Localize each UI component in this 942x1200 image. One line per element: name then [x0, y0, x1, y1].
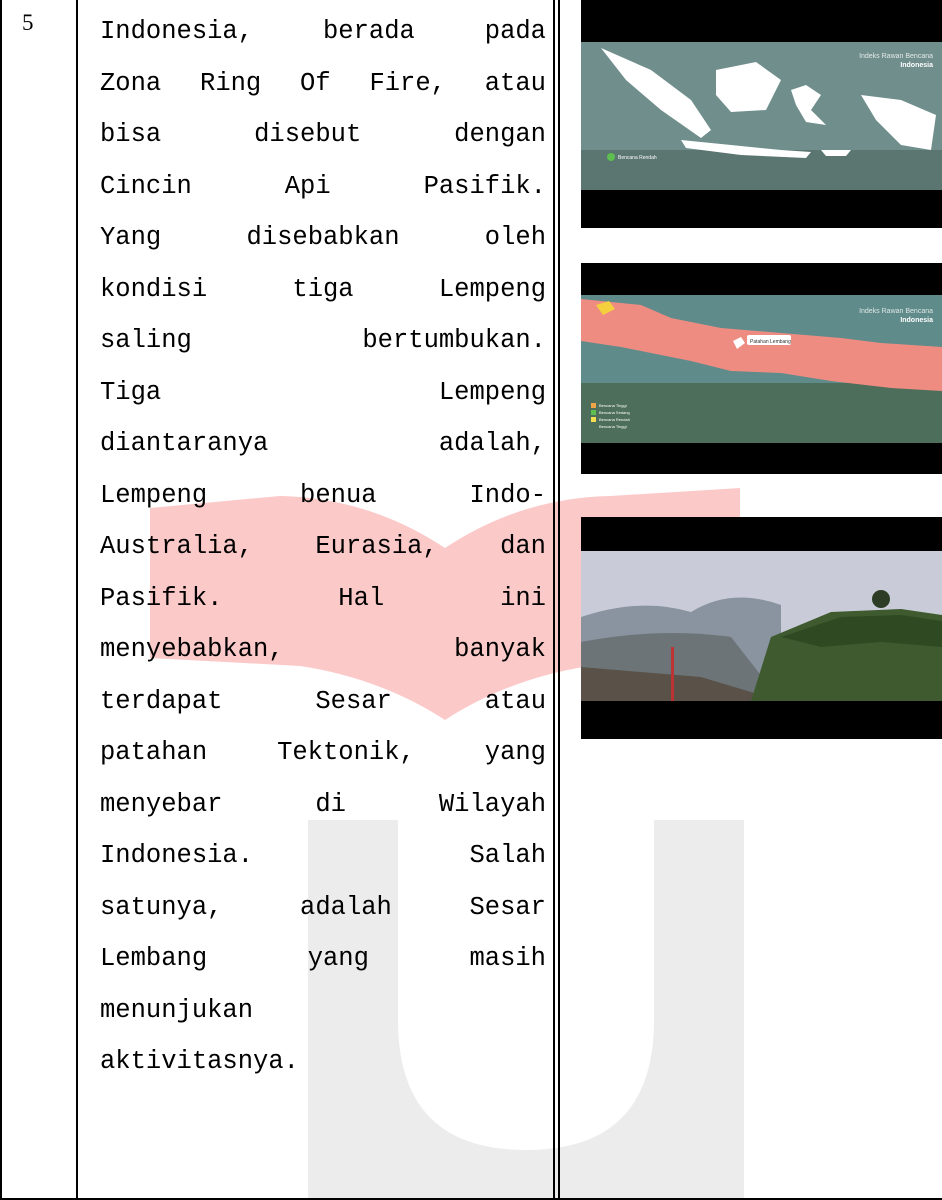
paragraph-line: menyebabkan, banyak: [100, 624, 546, 676]
paragraph-word: pada: [484, 17, 546, 46]
paragraph-line: Lembang yang masih: [100, 933, 546, 985]
paragraph-word: di: [315, 789, 346, 819]
svg-text:Bencana Tinggi: Bencana Tinggi: [599, 424, 627, 429]
paragraph-line: Pasifik. Hal ini: [100, 573, 546, 625]
map-title: Indeks Rawan Bencana: [859, 53, 933, 60]
paragraph-line: menunjukan: [100, 985, 546, 1037]
paragraph-line: Indonesia, berada pada: [100, 6, 546, 58]
paragraph-word: Pasifik.: [100, 583, 223, 613]
paragraph-line: diantaranya adalah,: [100, 418, 546, 470]
paragraph-word: satunya,: [100, 892, 223, 922]
paragraph-word: menyebabkan,: [100, 635, 284, 664]
paragraph-word: banyak: [454, 635, 546, 664]
paragraph-word: Fire,: [369, 68, 446, 98]
paragraph-word: Lempeng: [438, 377, 546, 407]
paragraph-word: masih: [469, 944, 546, 973]
paragraph-word: patahan: [100, 738, 208, 767]
fault-callout: Patahan Lembang: [750, 339, 791, 345]
paragraph-word: diantaranya: [100, 429, 269, 458]
paragraph-word: yang: [307, 944, 369, 973]
table-border-col2: [553, 0, 555, 1200]
paragraph-word: Lembang: [100, 944, 208, 973]
paragraph-line: Australia, Eurasia, dan: [100, 521, 546, 573]
paragraph-line: Indonesia. Salah: [100, 830, 546, 882]
paragraph-word: aktivitasnya.: [100, 1047, 299, 1076]
paragraph-word: dengan: [454, 120, 546, 149]
paragraph-word: atau: [484, 686, 546, 716]
paragraph-line: saling bertumbukan.: [100, 315, 546, 367]
svg-text:Bencana Tinggi: Bencana Tinggi: [599, 403, 627, 408]
table-border-left: [0, 0, 2, 1200]
map-subtitle: Indonesia: [900, 317, 933, 324]
paragraph-word: Indonesia.: [100, 841, 254, 870]
paragraph-word: Lempeng: [100, 480, 208, 510]
paragraph-word: menyebar: [100, 789, 223, 819]
paragraph-word: oleh: [484, 223, 546, 252]
paragraph-word: Api: [284, 171, 331, 201]
paragraph-line: Lempeng benua Indo-: [100, 470, 546, 522]
paragraph-word: disebut: [254, 120, 362, 149]
paragraph-word: yang: [484, 738, 546, 767]
paragraph-word: Of: [300, 68, 331, 98]
paragraph-line: Zona Ring Of Fire, atau: [100, 58, 546, 110]
paragraph-word: adalah: [300, 892, 392, 922]
paragraph-word: Sesar: [315, 686, 392, 716]
paragraph-word: benua: [300, 480, 377, 510]
paragraph-word: ini: [500, 583, 546, 613]
map-subtitle: Indonesia: [900, 62, 933, 69]
video-still-java-map: Patahan Lembang Bencana Tinggi Bencana S…: [581, 263, 942, 474]
paragraph-word: Zona: [100, 68, 162, 98]
video-still-indonesia-map: Bencana Rendah Indeks Rawan Bencana Indo…: [581, 0, 942, 228]
paragraph-word: Tiga: [100, 377, 162, 407]
paragraph-line: Cincin Api Pasifik.: [100, 161, 546, 213]
paragraph-word: Pasifik.: [423, 171, 546, 201]
paragraph-word: Indo-: [469, 480, 546, 510]
paragraph-word: menunjukan: [100, 995, 254, 1025]
paragraph-line: Tiga Lempeng: [100, 367, 546, 419]
table-border-col2-double: [558, 0, 560, 1200]
paragraph-word: kondisi: [100, 274, 208, 304]
paragraph-word: bertumbukan.: [362, 326, 546, 355]
paragraph-word: Cincin: [100, 171, 192, 201]
paragraph-word: Indonesia,: [100, 17, 254, 46]
paragraph-word: berada: [322, 17, 415, 46]
paragraph-word: Lempeng: [438, 274, 546, 304]
paragraph-word: Hal: [338, 583, 385, 613]
paragraph-line: aktivitasnya.: [100, 1036, 546, 1088]
legend-label: Bencana Rendah: [618, 155, 657, 161]
description-paragraph: Indonesia, berada pada Zona Ring Of Fire, atau b…: [100, 0, 546, 1088]
paragraph-word: Eurasia,: [315, 532, 438, 561]
table-border-col1: [76, 0, 78, 1200]
paragraph-word: tiga: [292, 274, 354, 304]
paragraph-word: disebabkan: [246, 223, 400, 252]
paragraph-word: Wilayah: [438, 789, 546, 819]
paragraph-word: Yang: [100, 223, 162, 252]
paragraph-word: adalah,: [438, 429, 546, 458]
paragraph-line: patahan Tektonik, yang: [100, 727, 546, 779]
paragraph-line: terdapat Sesar atau: [100, 676, 546, 728]
map-title: Indeks Rawan Bencana: [859, 308, 933, 315]
paragraph-line: menyebar di Wilayah: [100, 779, 546, 831]
paragraph-word: atau: [484, 68, 546, 98]
paragraph-word: dan: [500, 532, 546, 561]
paragraph-word: saling: [100, 326, 192, 355]
paragraph-word: Salah: [469, 841, 546, 870]
paragraph-word: Sesar: [469, 892, 546, 922]
paragraph-word: terdapat: [100, 686, 223, 716]
paragraph-word: Tektonik,: [277, 738, 415, 767]
row-number: 5: [22, 10, 34, 35]
video-still-landscape: [581, 517, 942, 739]
paragraph-line: bisa disebut dengan: [100, 109, 546, 161]
paragraph-word: Australia,: [100, 532, 254, 561]
paragraph-line: kondisi tiga Lempeng: [100, 264, 546, 316]
paragraph-line: Yang disebabkan oleh: [100, 212, 546, 264]
paragraph-word: Ring: [200, 68, 262, 98]
svg-text:Bencana Sedang: Bencana Sedang: [599, 410, 630, 415]
svg-text:Bencana Rendah: Bencana Rendah: [599, 417, 630, 422]
paragraph-word: bisa: [100, 120, 162, 149]
paragraph-line: satunya, adalah Sesar: [100, 882, 546, 934]
